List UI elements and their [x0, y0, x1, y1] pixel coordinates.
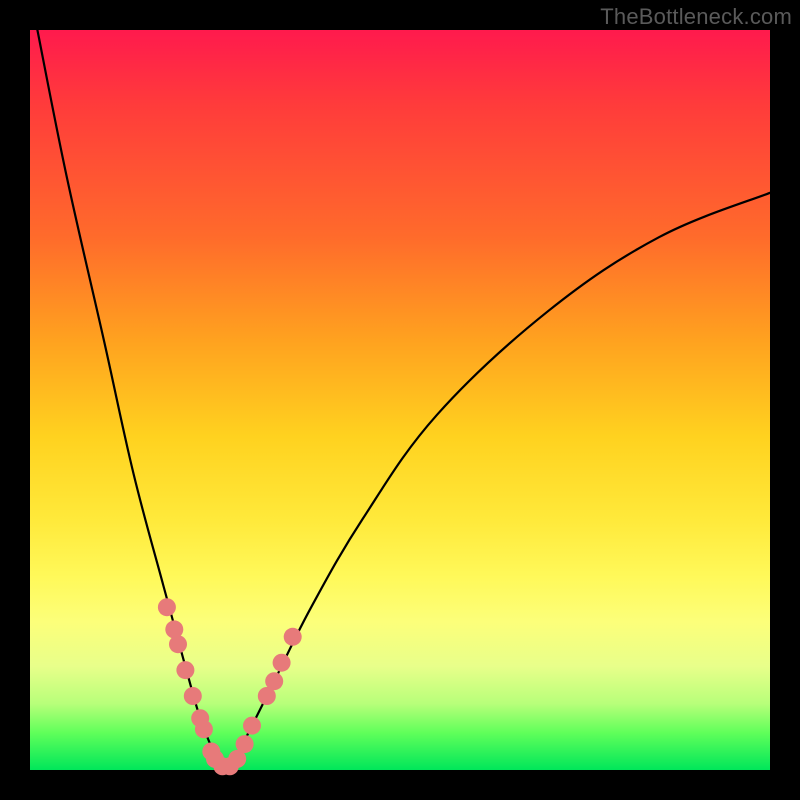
marker-dot	[273, 654, 291, 672]
bottleneck-curve	[37, 30, 770, 772]
plot-area	[30, 30, 770, 770]
marker-group	[158, 598, 302, 775]
marker-dot	[158, 598, 176, 616]
marker-dot	[176, 661, 194, 679]
curve-svg	[30, 30, 770, 770]
watermark-text: TheBottleneck.com	[600, 4, 792, 30]
marker-dot	[243, 717, 261, 735]
marker-dot	[169, 635, 187, 653]
marker-dot	[265, 672, 283, 690]
marker-dot	[236, 735, 254, 753]
marker-dot	[184, 687, 202, 705]
chart-frame: TheBottleneck.com	[0, 0, 800, 800]
marker-dot	[195, 720, 213, 738]
marker-dot	[284, 628, 302, 646]
